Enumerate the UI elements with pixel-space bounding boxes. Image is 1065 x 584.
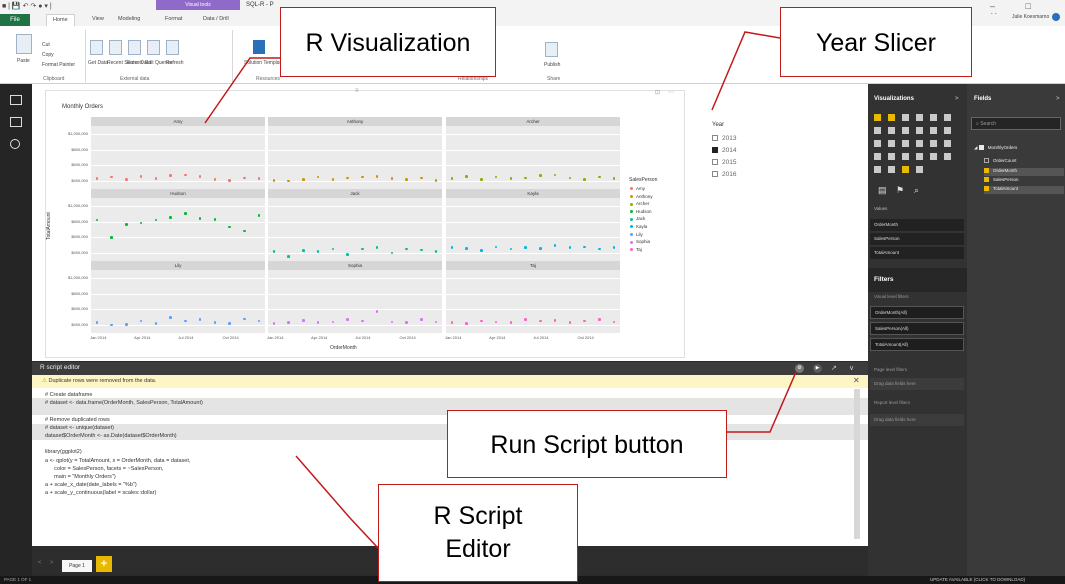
callout-year-slicer: Year Slicer bbox=[780, 7, 972, 77]
callout-run-script-button: Run Script button bbox=[447, 410, 727, 478]
callout-r-script-editor: R Script Editor bbox=[378, 484, 578, 582]
callout-line-2: Editor bbox=[445, 535, 511, 563]
leader-r-visualization bbox=[204, 57, 280, 124]
leader-run-script bbox=[726, 371, 797, 433]
leader-year-slicer bbox=[711, 31, 781, 111]
callout-line-1: R Script bbox=[433, 502, 523, 530]
leader-r-script-editor bbox=[295, 455, 379, 549]
callout-r-visualization: R Visualization bbox=[280, 7, 496, 77]
powerbi-window: ■ | 💾 ↶ ↷ ● ▾ | Visual tools SQL-R - P –… bbox=[0, 0, 1065, 584]
